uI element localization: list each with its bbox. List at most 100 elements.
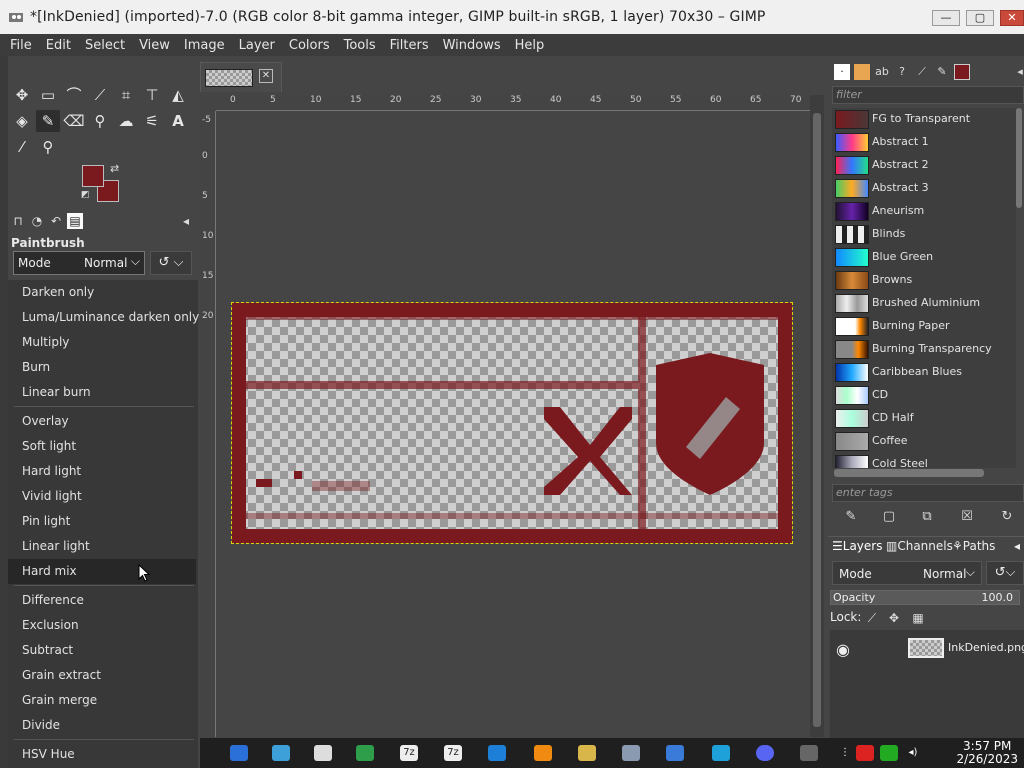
delete-gradient-icon[interactable]: ☒ bbox=[958, 508, 976, 526]
blend-mode-linear-burn[interactable]: Linear burn bbox=[8, 380, 196, 405]
tool-options-tab-icon[interactable]: ⊓ bbox=[10, 213, 26, 229]
help-tab-icon[interactable]: ? bbox=[894, 64, 910, 80]
foreground-color-swatch[interactable] bbox=[82, 165, 104, 187]
taskbar-7zip-icon[interactable]: 7z bbox=[444, 745, 462, 761]
tab-paths[interactable]: ⚘Paths bbox=[952, 539, 995, 553]
tab-channels[interactable]: ▥Channels bbox=[886, 539, 953, 553]
default-colors-icon[interactable]: ◩ bbox=[81, 190, 90, 200]
gradient-item[interactable]: Abstract 3 bbox=[832, 177, 1016, 200]
taskbar-app-icon[interactable] bbox=[488, 745, 506, 761]
menu-select[interactable]: Select bbox=[78, 35, 132, 54]
smudge-tool-icon[interactable]: ☁ bbox=[114, 110, 138, 132]
taskbar-7zip-icon[interactable]: 7z bbox=[400, 745, 418, 761]
gradient-item[interactable]: Coffee bbox=[832, 430, 1016, 453]
layer-mode-reset-button[interactable]: ↺⌵ bbox=[986, 561, 1024, 585]
opacity-slider[interactable]: Opacity 100.0 bbox=[830, 590, 1020, 605]
brushes-tab-icon[interactable]: · bbox=[834, 64, 850, 80]
move-tool-icon[interactable]: ✥ bbox=[10, 84, 34, 106]
free-select-tool-icon[interactable]: ⌒ bbox=[62, 84, 86, 106]
gradient-item[interactable]: Blinds bbox=[832, 223, 1016, 246]
taskbar-app-icon[interactable] bbox=[272, 745, 290, 761]
blend-mode-grain-extract[interactable]: Grain extract bbox=[8, 663, 196, 688]
canvas-vertical-scrollbar[interactable] bbox=[810, 95, 824, 737]
zoom-tool-icon[interactable]: ⚲ bbox=[36, 136, 60, 158]
image-tab[interactable]: ✕ bbox=[200, 62, 282, 92]
blend-mode-linear-light[interactable]: Linear light bbox=[8, 534, 196, 559]
swap-colors-icon[interactable]: ⇄ bbox=[110, 162, 119, 175]
gradient-item[interactable]: Abstract 1 bbox=[832, 131, 1016, 154]
menu-edit[interactable]: Edit bbox=[39, 35, 78, 54]
blend-mode-vivid-light[interactable]: Vivid light bbox=[8, 484, 196, 509]
taskbar-gimp-icon[interactable] bbox=[800, 745, 818, 761]
blend-mode-darken-only[interactable]: Darken only bbox=[8, 280, 196, 305]
network-icon[interactable] bbox=[880, 745, 898, 761]
menu-help[interactable]: Help bbox=[508, 35, 552, 54]
fonts-tab-icon[interactable]: ab bbox=[874, 64, 890, 80]
overflow-icon[interactable]: ⋮ bbox=[836, 745, 854, 761]
menu-view[interactable]: View bbox=[132, 35, 177, 54]
blend-mode-multiply[interactable]: Multiply bbox=[8, 330, 196, 355]
undo-history-tab-icon[interactable]: ↶ bbox=[48, 213, 64, 229]
gradient-item[interactable]: CD Half bbox=[832, 407, 1016, 430]
paths-tool-icon[interactable]: ⚟ bbox=[140, 110, 164, 132]
gradient-list-hscrollbar[interactable] bbox=[834, 469, 984, 477]
gradient-list[interactable]: FG to Transparent Abstract 1 Abstract 2 Abs… bbox=[832, 108, 1016, 468]
text-tool-icon[interactable]: A bbox=[166, 110, 190, 132]
menu-filters[interactable]: Filters bbox=[383, 35, 436, 54]
mode-reset-button[interactable]: ↺ ⌵ bbox=[150, 251, 192, 275]
blend-mode-hard-mix[interactable]: Hard mix bbox=[8, 559, 196, 584]
taskbar-discord-icon[interactable] bbox=[756, 745, 774, 761]
blend-mode-subtract[interactable]: Subtract bbox=[8, 638, 196, 663]
gradient-item[interactable]: Burning Paper bbox=[832, 315, 1016, 338]
gradient-item[interactable]: Blue Green bbox=[832, 246, 1016, 269]
crop-tool-icon[interactable]: ⌗ bbox=[114, 84, 138, 106]
refresh-gradients-icon[interactable]: ↻ bbox=[998, 508, 1016, 526]
taskbar-app-icon[interactable] bbox=[230, 745, 248, 761]
ruler-corner[interactable] bbox=[200, 95, 216, 111]
gradient-list-scrollbar[interactable] bbox=[1016, 108, 1022, 208]
device-status-tab-icon[interactable]: ◔ bbox=[29, 213, 45, 229]
blend-mode-overlay[interactable]: Overlay bbox=[8, 409, 196, 434]
clone-tool-icon[interactable]: ⚲ bbox=[88, 110, 112, 132]
taskbar-app-icon[interactable] bbox=[712, 745, 730, 761]
mypaint-brushes-tab-icon[interactable]: ✎ bbox=[934, 64, 950, 80]
gradient-item[interactable]: Burning Transparency bbox=[832, 338, 1016, 361]
close-tab-icon[interactable]: ✕ bbox=[259, 69, 273, 83]
configure-layers-dock-icon[interactable]: ◂ bbox=[1014, 539, 1020, 553]
eraser-tool-icon[interactable]: ⌫ bbox=[62, 110, 86, 132]
rect-select-tool-icon[interactable]: ▭ bbox=[36, 84, 60, 106]
menu-tools[interactable]: Tools bbox=[337, 35, 383, 54]
bucket-fill-tool-icon[interactable]: ◈ bbox=[10, 110, 34, 132]
menu-colors[interactable]: Colors bbox=[282, 35, 337, 54]
duplicate-gradient-icon[interactable]: ⧉ bbox=[918, 508, 936, 526]
scrollbar-thumb[interactable] bbox=[813, 113, 821, 727]
gradient-item[interactable]: FG to Transparent bbox=[832, 108, 1016, 131]
taskbar-app-icon[interactable] bbox=[622, 745, 640, 761]
blend-mode-difference[interactable]: Difference bbox=[8, 588, 196, 613]
taskbar-app-icon[interactable] bbox=[356, 745, 374, 761]
clock[interactable]: 3:57 PM 2/26/2023 bbox=[956, 740, 1018, 766]
menu-image[interactable]: Image bbox=[177, 35, 232, 54]
volume-icon[interactable]: ◂) bbox=[904, 745, 922, 761]
menu-file[interactable]: File bbox=[0, 35, 39, 54]
paint-dynamics-tab-icon[interactable]: ⟋ bbox=[914, 64, 930, 80]
gradient-item[interactable]: Aneurism bbox=[832, 200, 1016, 223]
blend-mode-hsv-hue[interactable]: HSV Hue bbox=[8, 742, 196, 767]
taskbar-app-icon[interactable] bbox=[578, 745, 596, 761]
lock-pixels-icon[interactable]: ⟋ bbox=[864, 610, 880, 626]
gradients-tab-icon[interactable] bbox=[954, 64, 970, 80]
edit-gradient-icon[interactable]: ✎ bbox=[842, 508, 860, 526]
horizontal-ruler[interactable]: 0 5 10 15 20 25 30 35 40 45 50 55 60 65 … bbox=[216, 95, 810, 111]
layer-mode-select[interactable]: Mode Normal ⌵ bbox=[832, 561, 982, 585]
flag-icon[interactable] bbox=[856, 745, 874, 761]
gradient-item[interactable]: Abstract 2 bbox=[832, 154, 1016, 177]
blend-mode-pin-light[interactable]: Pin light bbox=[8, 509, 196, 534]
images-tab-icon[interactable]: ▤ bbox=[67, 213, 83, 229]
blend-mode-hard-light[interactable]: Hard light bbox=[8, 459, 196, 484]
gradient-filter-input[interactable]: filter bbox=[832, 86, 1024, 104]
menu-layer[interactable]: Layer bbox=[232, 35, 282, 54]
fuzzy-select-tool-icon[interactable]: ⟋ bbox=[88, 84, 112, 106]
paintbrush-tool-icon[interactable]: ✎ bbox=[36, 110, 60, 132]
layer-row[interactable]: ◉ InkDenied.png bbox=[830, 634, 1024, 664]
gradient-item[interactable]: Brushed Aluminium bbox=[832, 292, 1016, 315]
